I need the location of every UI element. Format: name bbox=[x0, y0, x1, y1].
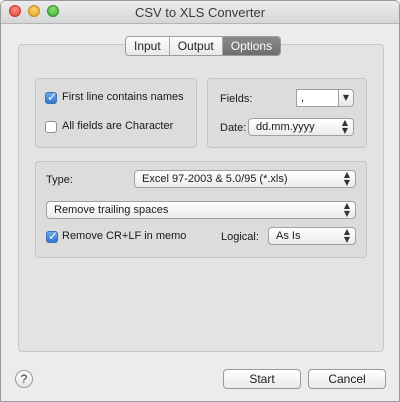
first-line-names-label[interactable]: First line contains names bbox=[62, 91, 184, 103]
date-popup[interactable]: dd.mm.yyyy ▲ ▼ bbox=[248, 118, 354, 136]
popup-arrows-icon: ▲ ▼ bbox=[341, 118, 348, 135]
type-popup[interactable]: Excel 97-2003 & 5.0/95 (*.xls) ▲ ▼ bbox=[134, 170, 356, 188]
start-button[interactable]: Start bbox=[223, 369, 301, 389]
all-character-checkbox[interactable] bbox=[45, 121, 57, 133]
app-window: CSV to XLS Converter Input Output Option… bbox=[0, 0, 400, 402]
popup-arrows-icon: ▲ ▼ bbox=[343, 201, 350, 218]
trailing-spaces-value: Remove trailing spaces bbox=[54, 204, 169, 216]
tab-output[interactable]: Output bbox=[170, 37, 223, 55]
remove-crlf-label[interactable]: Remove CR+LF in memo bbox=[62, 230, 186, 242]
fields-value[interactable]: , bbox=[296, 89, 339, 107]
tab-input[interactable]: Input bbox=[126, 37, 170, 55]
date-value: dd.mm.yyyy bbox=[256, 121, 315, 133]
first-line-names-checkbox[interactable] bbox=[45, 90, 57, 104]
type-label: Type: bbox=[46, 174, 73, 186]
window-title: CSV to XLS Converter bbox=[134, 5, 266, 20]
date-label: Date: bbox=[220, 122, 247, 134]
fields-label: Fields: bbox=[220, 93, 253, 105]
cancel-button[interactable]: Cancel bbox=[308, 369, 386, 389]
all-character-label[interactable]: All fields are Character bbox=[62, 120, 173, 132]
title-bar: CSV to XLS Converter bbox=[1, 1, 399, 24]
popup-arrows-icon: ▲ ▼ bbox=[343, 170, 350, 187]
fields-combo[interactable]: , ▼ bbox=[296, 89, 354, 107]
type-value: Excel 97-2003 & 5.0/95 (*.xls) bbox=[142, 173, 288, 185]
logical-value: As Is bbox=[276, 230, 301, 242]
remove-crlf-checkbox[interactable] bbox=[46, 229, 58, 243]
logical-popup[interactable]: As Is ▲ ▼ bbox=[268, 227, 356, 245]
tab-bar: Input Output Options bbox=[125, 36, 282, 56]
trailing-spaces-popup[interactable]: Remove trailing spaces ▲ ▼ bbox=[46, 201, 356, 219]
names-group bbox=[35, 78, 197, 148]
help-icon[interactable]: ? bbox=[15, 370, 33, 388]
logical-label: Logical: bbox=[221, 231, 259, 243]
tab-options[interactable]: Options bbox=[222, 37, 281, 55]
popup-arrows-icon: ▲ ▼ bbox=[343, 227, 350, 244]
chevron-down-icon[interactable]: ▼ bbox=[338, 89, 354, 107]
